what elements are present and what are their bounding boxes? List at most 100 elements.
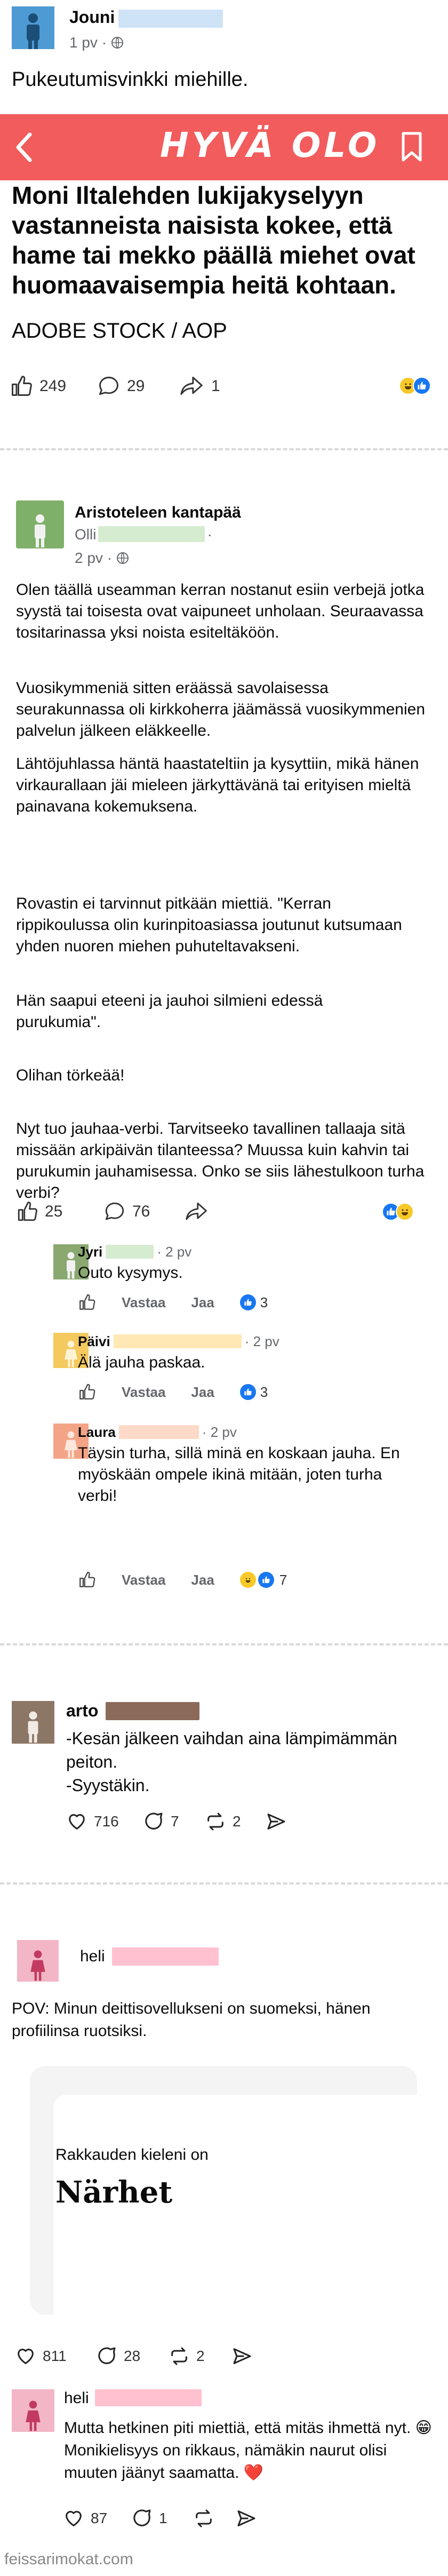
repost-action[interactable]: 2	[205, 1811, 241, 1832]
comment-actions: Vastaa Jaa 7	[78, 1571, 287, 1589]
commenter-name[interactable]: Päivi	[78, 1331, 110, 1352]
send-icon[interactable]	[231, 2346, 253, 2367]
like-action[interactable]: 716	[66, 1811, 119, 1832]
count-text: 3	[260, 1384, 268, 1400]
author-name[interactable]: heli	[80, 1947, 105, 1966]
avatar[interactable]	[12, 1701, 54, 1744]
reply-count: 28	[124, 2348, 141, 2364]
comment-icon	[105, 1202, 124, 1220]
person-icon	[35, 514, 45, 547]
globe-icon	[117, 552, 129, 564]
redacted-name	[95, 2389, 202, 2406]
time-text: 2 pv ·	[75, 550, 113, 566]
thumb-up-icon[interactable]	[78, 1293, 96, 1311]
author-line[interactable]: Olli ·	[75, 526, 212, 543]
haha-reaction-icon	[239, 1572, 256, 1588]
repost-count: 2	[233, 1813, 241, 1830]
like-count: 25	[45, 1203, 63, 1220]
reaction-count[interactable]: 3	[239, 1384, 268, 1401]
like-reaction-icon	[413, 377, 431, 395]
send-icon[interactable]	[266, 1811, 287, 1832]
divider	[0, 448, 448, 450]
comment-time: · 2 pv	[202, 1424, 237, 1440]
post-text: Pukeutumisvinkki miehille.	[12, 68, 249, 91]
reply-button[interactable]: Vastaa	[122, 1294, 165, 1311]
thumb-up-icon[interactable]	[78, 1571, 96, 1589]
author-name[interactable]: heli	[64, 2389, 89, 2407]
paragraph: Olen täällä useamman kerran nostanut esi…	[16, 581, 429, 641]
back-arrow-icon[interactable]	[14, 131, 35, 163]
redacted-name	[98, 526, 205, 542]
like-action[interactable]: 811	[15, 2346, 67, 2367]
watermark: feissarimokat.com	[4, 2550, 133, 2568]
commenter-name[interactable]: Laura	[78, 1421, 116, 1443]
comment-actions: Vastaa Jaa 3	[78, 1383, 268, 1401]
person-female-icon	[65, 1431, 77, 1458]
avatar[interactable]	[17, 1940, 59, 1982]
divider	[0, 1882, 448, 1885]
reply-action[interactable]: 28	[96, 2346, 140, 2367]
like-reaction-icon	[258, 1572, 274, 1588]
comment-action[interactable]: 29	[97, 375, 145, 398]
comment-action[interactable]: 76	[103, 1200, 150, 1223]
thumb-up-icon[interactable]	[78, 1383, 96, 1401]
author-name[interactable]: arto	[66, 1701, 98, 1721]
share-button[interactable]: Jaa	[191, 1384, 214, 1401]
comment-text: Täysin turha, sillä minä en koskaan jauh…	[78, 1444, 405, 1505]
paragraph: Olihan törkeää!	[16, 1067, 125, 1084]
like-action[interactable]: 87	[63, 2508, 107, 2529]
reply-button[interactable]: Vastaa	[122, 1384, 165, 1401]
redacted-name	[106, 1702, 199, 1720]
reply-count: 7	[171, 1813, 179, 1830]
share-action[interactable]: 1	[179, 375, 220, 398]
like-action[interactable]: 25	[16, 1200, 62, 1223]
paragraph: Vuosikymmeniä sitten eräässä savolaisess…	[16, 679, 430, 740]
reaction-icons[interactable]	[382, 1203, 414, 1221]
comment: Jyri · 2 pv Outo kysymys.	[78, 1241, 191, 1284]
post-text: Mutta hetkinen piti miettiä, että mitäs …	[64, 2419, 437, 2482]
paragraph: Hän saapui eteeni ja jauhoi silmieni ede…	[16, 992, 327, 1031]
share-button[interactable]: Jaa	[191, 1294, 214, 1311]
card-label: Rakkauden kieleni on	[55, 2146, 209, 2164]
like-reaction-icon	[239, 1294, 256, 1310]
avatar[interactable]	[12, 6, 54, 49]
repost-action[interactable]: 2	[169, 2346, 205, 2367]
reply-action[interactable]: 1	[131, 2508, 167, 2529]
author-name[interactable]: Jouni	[69, 7, 115, 27]
person-female-icon	[65, 1340, 77, 1367]
commenter-name[interactable]: Jyri	[78, 1241, 102, 1262]
reply-icon	[145, 1812, 163, 1830]
reply-count: 1	[159, 2510, 167, 2526]
reply-icon	[98, 2347, 116, 2364]
comment-icon	[99, 377, 118, 395]
reaction-count[interactable]: 7	[239, 1572, 287, 1588]
share-action[interactable]	[185, 1200, 209, 1223]
heart-icon	[69, 1814, 85, 1830]
send-icon[interactable]	[236, 2508, 257, 2529]
paragraph: Lähtöjuhlassa häntä haastateltiin ja kys…	[16, 755, 423, 815]
comment-time: · 2 pv	[244, 1333, 279, 1349]
article-text[interactable]: Moni Iltalehden lukijakyselyyn vastannei…	[12, 180, 438, 300]
globe-icon	[111, 37, 124, 49]
share-button[interactable]: Jaa	[191, 1572, 214, 1588]
repost-icon[interactable]	[193, 2508, 214, 2529]
person-icon	[27, 13, 39, 49]
group-name[interactable]: Aristoteleen kantapää	[75, 504, 241, 522]
count-text: 3	[260, 1294, 268, 1310]
share-count: 1	[211, 377, 220, 395]
reaction-icons[interactable]	[399, 377, 431, 395]
card-value: Närhet	[55, 2175, 173, 2210]
reply-action[interactable]: 7	[143, 1811, 179, 1832]
like-action[interactable]: 249	[10, 375, 66, 398]
comment-actions: Vastaa Jaa 3	[78, 1293, 268, 1311]
post-time: 1 pv ·	[69, 34, 124, 51]
share-icon	[180, 377, 203, 395]
reply-button[interactable]: Vastaa	[122, 1572, 165, 1588]
reaction-count[interactable]: 3	[239, 1294, 268, 1311]
group-avatar[interactable]	[16, 500, 64, 548]
bookmark-icon[interactable]	[400, 131, 423, 163]
separator-dot: ·	[207, 526, 212, 543]
avatar[interactable]	[12, 2389, 54, 2432]
comment-count: 29	[127, 377, 145, 395]
paragraph: Rovastin ei tarvinnut pitkään miettiä. "…	[16, 895, 407, 955]
